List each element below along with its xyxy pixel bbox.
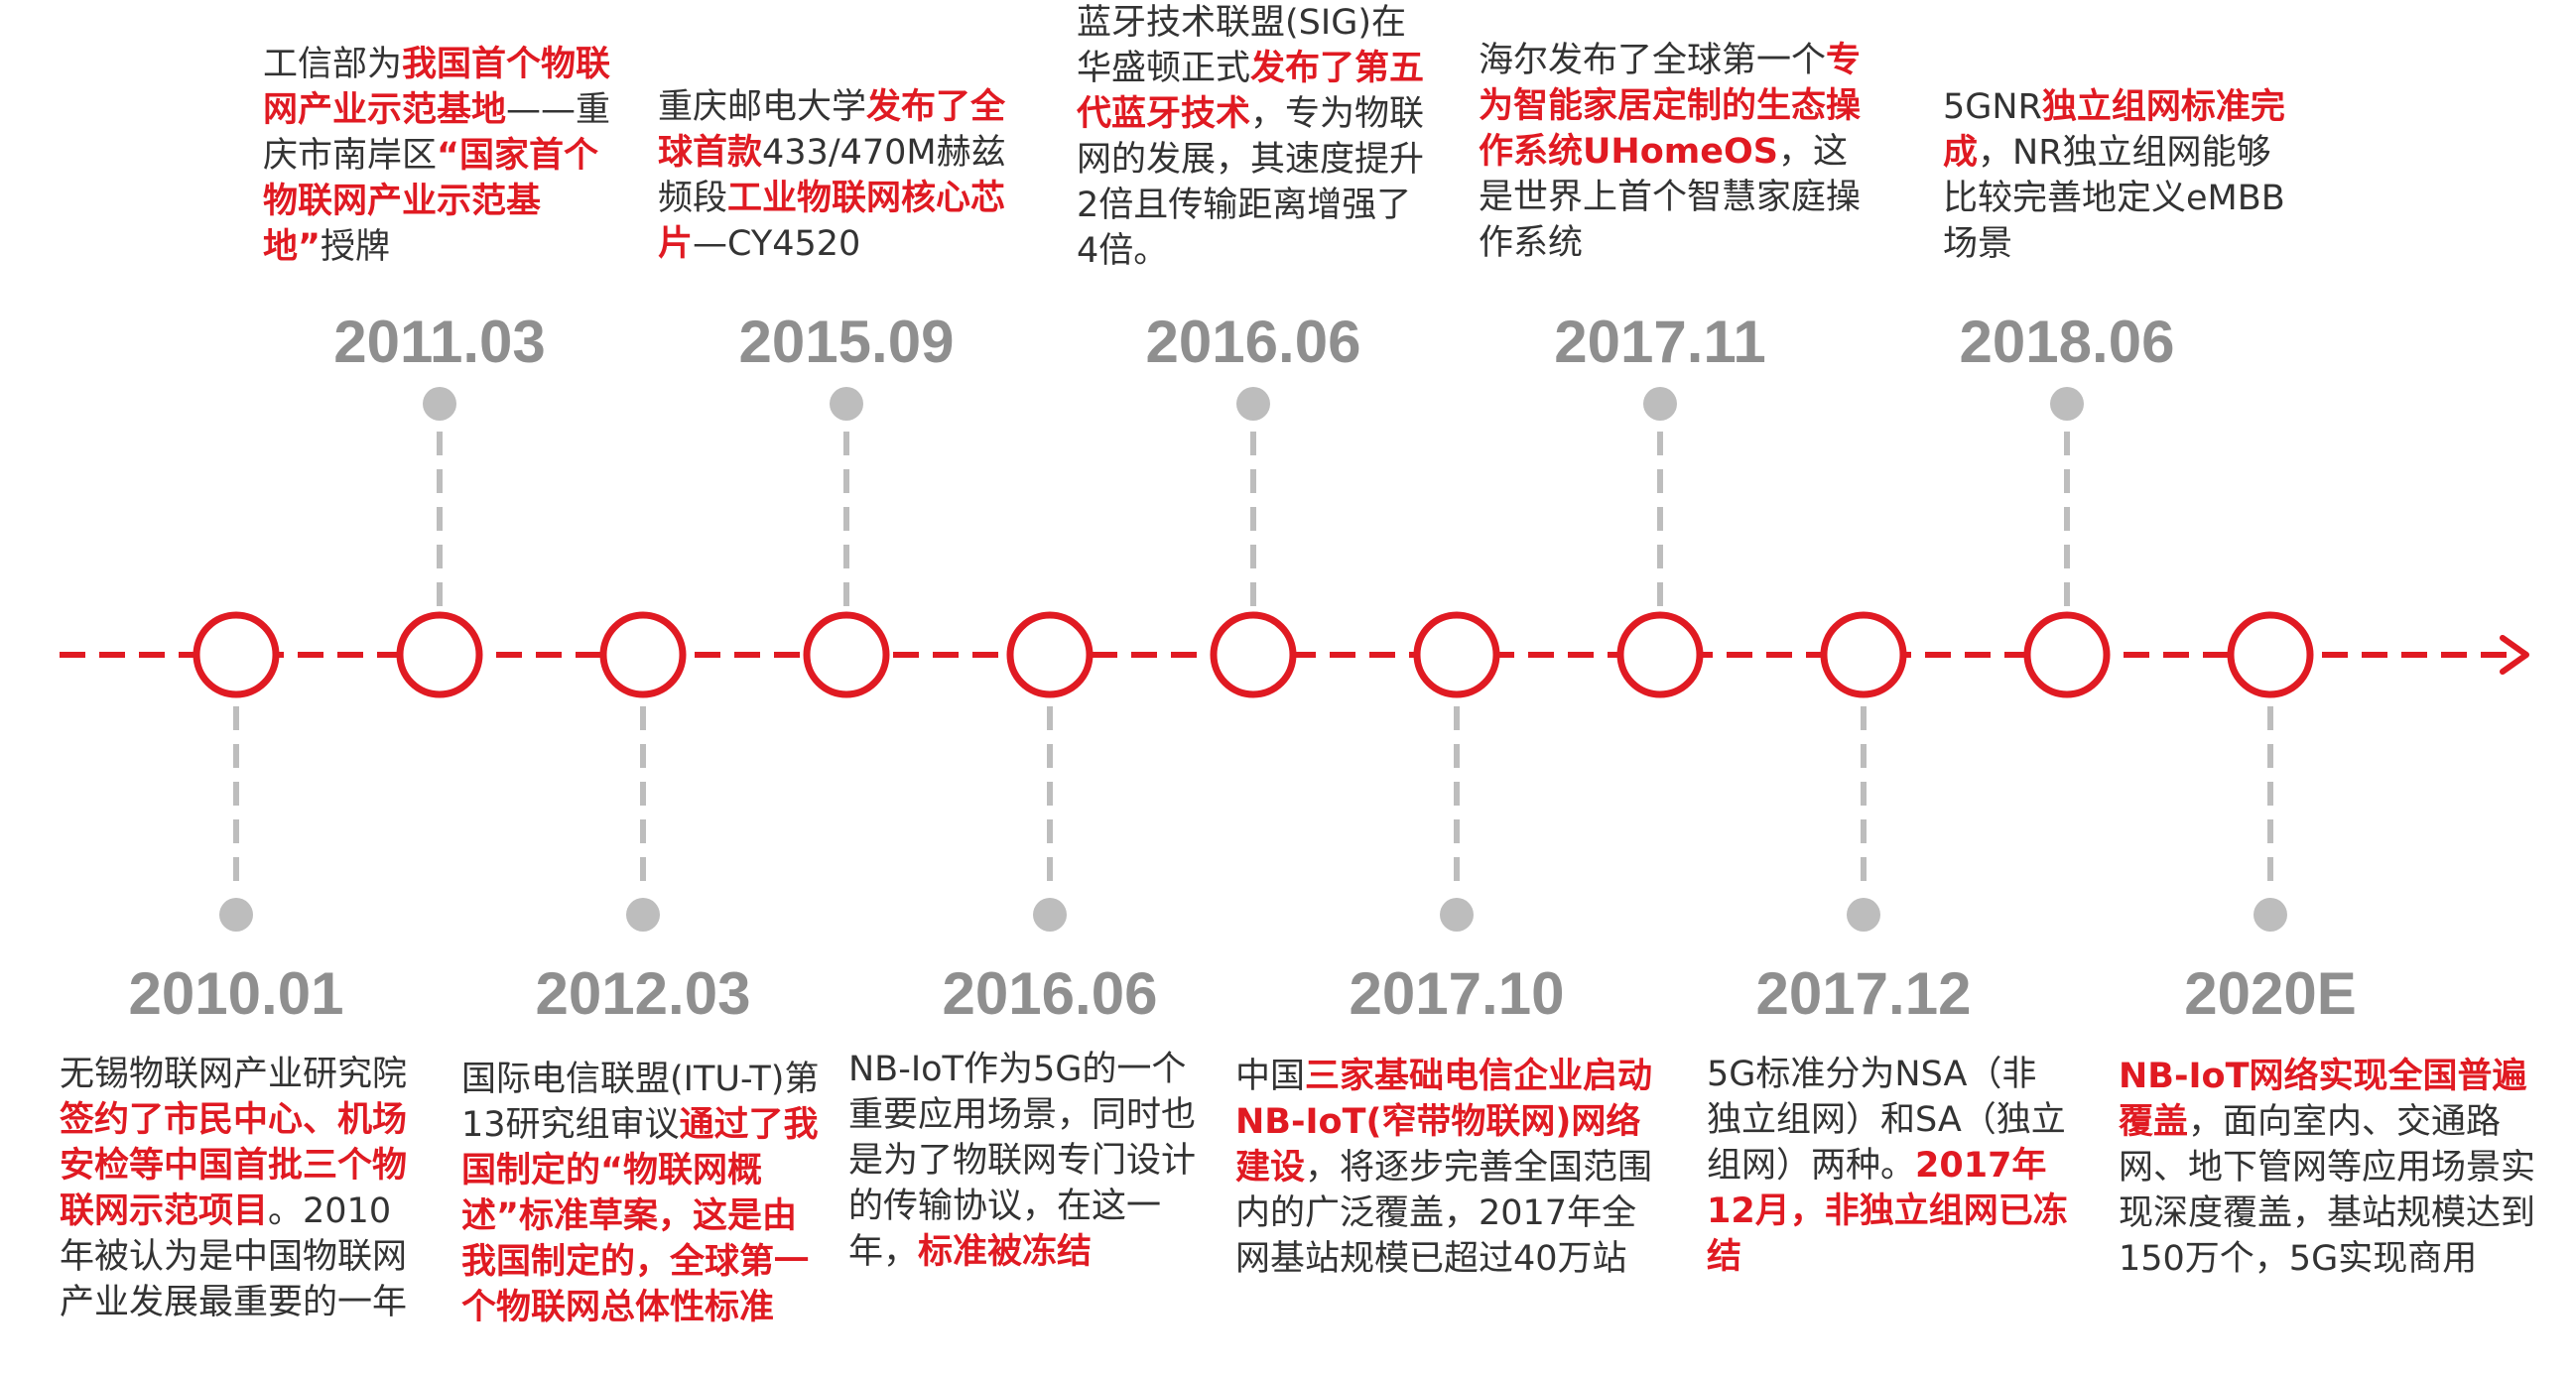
milestone-circle [193, 611, 280, 698]
milestone-circle [599, 611, 687, 698]
event-description: 海尔发布了全球第一个专为智能家居定制的生态操作系统UHomeOS，这是世界上首个… [1479, 38, 1875, 266]
endpoint-dot [423, 387, 456, 421]
event-date: 2010.01 [128, 960, 344, 1027]
description-text: —CY4520 [693, 224, 861, 264]
event-date: 2011.03 [333, 309, 546, 375]
event-date: 2012.03 [535, 960, 751, 1027]
event-date: 2017.10 [1349, 960, 1565, 1027]
endpoint-dot [1236, 387, 1270, 421]
endpoint-dot [1440, 898, 1474, 932]
event-description: 重庆邮电大学发布了全球首款433/470M赫兹频段工业物联网核心芯片—CY452… [658, 84, 1015, 267]
milestone-circle [1006, 611, 1094, 698]
milestone-circle [1820, 611, 1907, 698]
highlighted-text: 标准被冻结 [918, 1232, 1093, 1272]
milestone-circle [1413, 611, 1500, 698]
description-text: 无锡物联网产业研究院 [60, 1055, 408, 1094]
event-date: 2017.12 [1755, 960, 1972, 1027]
event-description: NB-IoT网络实现全国普遍覆盖，面向室内、交通路网、地下管网等应用场景实现深度… [2119, 1054, 2540, 1282]
event-description: 工信部为我国首个物联网产业示范基地——重庆市南岸区“国家首个物联网产业示范基地”… [263, 42, 620, 270]
endpoint-dot [1847, 898, 1880, 932]
event-description: 5GNR独立组网标准完成，NR独立组网能够比较完善地定义eMBB场景 [1943, 84, 2285, 267]
milestone-circle [1616, 611, 1704, 698]
endpoint-dot [626, 898, 660, 932]
milestone-circle [2227, 611, 2314, 698]
description-text: ，NR独立组网能够比较完善地定义eMBB场景 [1943, 133, 2285, 264]
event-description: 5G标准分为NSA（非独立组网）和SA（独立组网）两种。2017年12月，非独立… [1707, 1052, 2069, 1280]
milestone-circle [803, 611, 890, 698]
description-text: 5GNR [1943, 87, 2042, 127]
milestone-circle [396, 611, 483, 698]
event-date: 2018.06 [1959, 309, 2175, 375]
event-date: 2016.06 [942, 960, 1158, 1027]
event-date: 2020E [2184, 960, 2357, 1027]
event-date: 2016.06 [1145, 309, 1361, 375]
event-date: 2015.09 [738, 309, 955, 375]
description-text: 重庆邮电大学 [658, 87, 867, 127]
event-description: 无锡物联网产业研究院签约了市民中心、机场安检等中国首批三个物联网示范项目。201… [60, 1052, 407, 1325]
milestone-circle [2023, 611, 2111, 698]
event-description: NB-IoT作为5G的一个重要应用场景，同时也是为了物联网专门设计的传输协议，在… [848, 1047, 1211, 1275]
endpoint-dot [219, 898, 253, 932]
milestone-circle [1210, 611, 1297, 698]
description-text: 工信部为 [263, 45, 403, 84]
event-date: 2017.11 [1554, 309, 1766, 375]
endpoint-dot [2050, 387, 2084, 421]
iot-timeline: 2010.01 无锡物联网产业研究院签约了市民中心、机场安检等中国首批三个物联网示… [0, 0, 2576, 1377]
endpoint-dot [2254, 898, 2287, 932]
endpoint-dot [1033, 898, 1067, 932]
endpoint-dot [830, 387, 863, 421]
event-description: 蓝牙技术联盟(SIG)在华盛顿正式发布了第五代蓝牙技术，专为物联网的发展，其速度… [1077, 0, 1429, 274]
endpoint-dot [1643, 387, 1677, 421]
description-text: 中国 [1235, 1057, 1306, 1096]
event-description: 国际电信联盟(ITU-T)第13研究组审议通过了我国制定的“物联网概述”标准草案… [461, 1057, 824, 1330]
event-description: 中国三家基础电信企业启动NB-IoT(窄带物联网)网络建设，将逐步完善全国范围内… [1235, 1054, 1657, 1282]
description-text: 授牌 [321, 227, 391, 267]
description-text: 海尔发布了全球第一个 [1479, 41, 1827, 80]
